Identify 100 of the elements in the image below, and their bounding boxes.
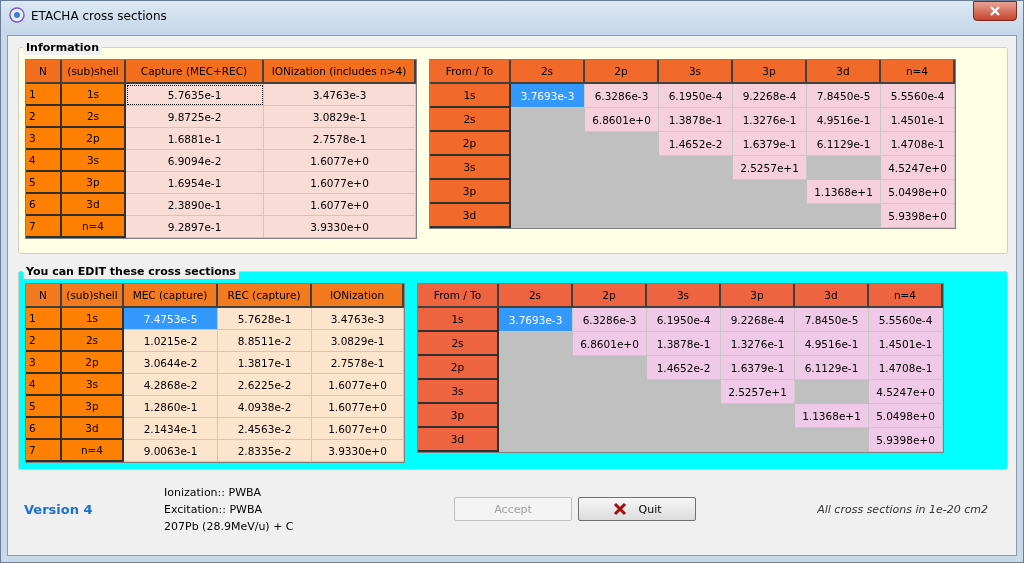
- table-cell[interactable]: 5.5560e-4: [881, 84, 955, 108]
- table-cell[interactable]: 1.4708e-1: [881, 132, 955, 156]
- table-cell[interactable]: 9.2897e-1: [126, 216, 264, 238]
- table-cell[interactable]: 6.1129e-1: [807, 132, 881, 156]
- row-number: 4: [26, 150, 62, 172]
- table-cell[interactable]: 6.1129e-1: [795, 356, 869, 380]
- table-cell[interactable]: 1.6954e-1: [126, 172, 264, 194]
- table-cell[interactable]: 6.9094e-2: [126, 150, 264, 172]
- table-cell[interactable]: 3.4763e-3: [312, 308, 404, 330]
- table-cell[interactable]: 1.4652e-2: [647, 356, 721, 380]
- table-cell[interactable]: 4.9516e-1: [807, 108, 881, 132]
- row-header: 3s: [430, 156, 511, 180]
- table-cell[interactable]: 2.5257e+1: [721, 380, 795, 404]
- column-header: 2p: [573, 284, 647, 308]
- table-cell[interactable]: 4.5247e+0: [881, 156, 955, 180]
- table-cell[interactable]: 1.6077e+0: [312, 396, 404, 418]
- group-title: Information: [23, 40, 102, 55]
- table-cell[interactable]: 1.6077e+0: [312, 374, 404, 396]
- column-header: n=4: [881, 60, 955, 84]
- table-cell[interactable]: 5.9398e+0: [869, 428, 943, 452]
- table-cell[interactable]: 1.2860e-1: [124, 396, 218, 418]
- row-header: 3s: [418, 380, 499, 404]
- table-cell[interactable]: 5.7635e-1: [126, 84, 264, 106]
- table-cell[interactable]: 9.2268e-4: [733, 84, 807, 108]
- table-cell[interactable]: 7.8450e-5: [807, 84, 881, 108]
- row-header: n=4: [62, 216, 126, 238]
- table-cell[interactable]: 1.4708e-1: [869, 356, 943, 380]
- row-header: 3p: [62, 396, 124, 418]
- row-header: 3d: [418, 428, 499, 452]
- table-cell[interactable]: 1.4652e-2: [659, 132, 733, 156]
- info-text: 207Pb (28.9MeV/u) + C: [164, 519, 295, 533]
- table-cell[interactable]: 2.4563e-2: [218, 418, 312, 440]
- row-header: 1s: [62, 308, 124, 330]
- table-cell[interactable]: 1.3276e-1: [733, 108, 807, 132]
- row-number: 3: [26, 128, 62, 150]
- table-cell[interactable]: 3.0829e-1: [312, 330, 404, 352]
- table-cell[interactable]: 1.6077e+0: [264, 194, 416, 216]
- table-cell[interactable]: 3.4763e-3: [264, 84, 416, 106]
- table-cell[interactable]: 2.3890e-1: [126, 194, 264, 216]
- window-title: ETACHA cross sections: [31, 9, 167, 23]
- table-cell[interactable]: 1.3276e-1: [721, 332, 795, 356]
- table-cell[interactable]: 9.0063e-1: [124, 440, 218, 462]
- table-cell[interactable]: 1.4501e-1: [881, 108, 955, 132]
- table-cell[interactable]: 1.6077e+0: [264, 172, 416, 194]
- close-icon: [612, 502, 627, 516]
- table-cell[interactable]: 1.6379e-1: [733, 132, 807, 156]
- row-header: 3s: [62, 374, 124, 396]
- row-number: 7: [26, 216, 62, 238]
- table-cell[interactable]: 3.0829e-1: [264, 106, 416, 128]
- table-cell[interactable]: 1.6077e+0: [264, 150, 416, 172]
- table-cell[interactable]: 5.9398e+0: [881, 204, 955, 228]
- table-cell[interactable]: 8.8511e-2: [218, 330, 312, 352]
- table-cell[interactable]: 6.1950e-4: [659, 84, 733, 108]
- table-cell[interactable]: 9.2268e-4: [721, 308, 795, 332]
- table-cell[interactable]: 2.8335e-2: [218, 440, 312, 462]
- table-cell[interactable]: 1.0215e-2: [124, 330, 218, 352]
- column-header: n=4: [869, 284, 943, 308]
- table-cell[interactable]: 6.8601e+0: [585, 108, 659, 132]
- row-header: 3p: [418, 404, 499, 428]
- table-cell[interactable]: 4.5247e+0: [869, 380, 943, 404]
- row-number: 1: [26, 308, 62, 330]
- row-header: 3d: [62, 418, 124, 440]
- table-cell[interactable]: 1.3817e-1: [218, 352, 312, 374]
- table-cell[interactable]: 1.1368e+1: [795, 404, 869, 428]
- table-cell[interactable]: 4.0938e-2: [218, 396, 312, 418]
- table-cell[interactable]: 6.3286e-3: [585, 84, 659, 108]
- table-cell[interactable]: 2.7578e-1: [264, 128, 416, 150]
- table-cell[interactable]: 5.0498e+0: [881, 180, 955, 204]
- table-cell[interactable]: 1.3878e-1: [647, 332, 721, 356]
- column-header: 3d: [807, 60, 881, 84]
- table-cell[interactable]: 6.8601e+0: [573, 332, 647, 356]
- table-cell[interactable]: 1.1368e+1: [807, 180, 881, 204]
- row-number: 5: [26, 172, 62, 194]
- table-cell[interactable]: 5.5560e-4: [869, 308, 943, 332]
- row-header: 2p: [418, 356, 499, 380]
- table-cell[interactable]: 9.8725e-2: [126, 106, 264, 128]
- table-cell[interactable]: 1.6077e+0: [312, 418, 404, 440]
- group-title: You can EDIT these cross sections: [23, 264, 240, 279]
- table-cell[interactable]: 3.9330e+0: [312, 440, 404, 462]
- table-cell[interactable]: 3.0644e-2: [124, 352, 218, 374]
- table-cell[interactable]: 3.9330e+0: [264, 216, 416, 238]
- quit-button[interactable]: Quit: [578, 497, 696, 521]
- table-cell[interactable]: 4.2868e-2: [124, 374, 218, 396]
- table-cell[interactable]: 2.1434e-1: [124, 418, 218, 440]
- table-cell[interactable]: 6.3286e-3: [573, 308, 647, 332]
- table-cell[interactable]: 1.6881e-1: [126, 128, 264, 150]
- table-cell[interactable]: 7.8450e-5: [795, 308, 869, 332]
- table-cell[interactable]: 2.6225e-2: [218, 374, 312, 396]
- table-cell[interactable]: 2.7578e-1: [312, 352, 404, 374]
- table-cell[interactable]: 5.7628e-1: [218, 308, 312, 330]
- table-cell[interactable]: 4.9516e-1: [795, 332, 869, 356]
- close-button[interactable]: [973, 1, 1017, 21]
- column-header: (sub)shell: [62, 60, 126, 84]
- table-cell[interactable]: 6.1950e-4: [647, 308, 721, 332]
- table-cell[interactable]: 5.0498e+0: [869, 404, 943, 428]
- table-cell[interactable]: 1.3878e-1: [659, 108, 733, 132]
- table-cell[interactable]: 2.5257e+1: [733, 156, 807, 180]
- row-header: 2s: [62, 330, 124, 352]
- table-cell[interactable]: 1.6379e-1: [721, 356, 795, 380]
- table-cell[interactable]: 1.4501e-1: [869, 332, 943, 356]
